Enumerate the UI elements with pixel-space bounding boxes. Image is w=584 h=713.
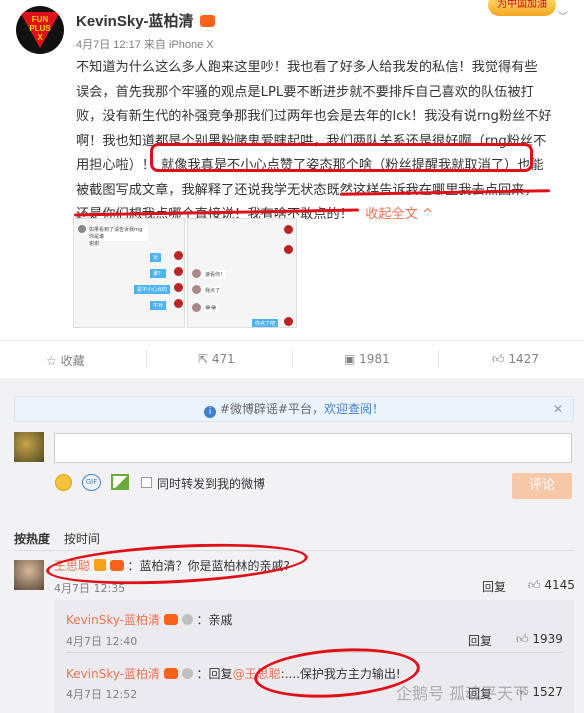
medal-icon [181, 668, 193, 679]
repost-checkbox[interactable] [141, 477, 152, 488]
author-name[interactable]: KevinSky-蓝柏清 [76, 10, 215, 31]
vip-badge-icon [163, 668, 178, 679]
comment-button[interactable]: ▣ 1981 [344, 352, 390, 366]
gif-icon[interactable]: GIF [82, 474, 101, 491]
image-icon[interactable] [111, 474, 129, 490]
chat-screenshot-left[interactable]: 如果看到了请告诉我rng你是谁 谢谢 对 谁？ 是不小心点的 不对 [73, 218, 185, 328]
separator [146, 350, 147, 368]
repost-icon: ⇱ [198, 352, 209, 366]
post-line: 败，没有新生代的补强竞争那我们过两年也会是去年的lck！我没有说rng粉丝不好 [76, 109, 552, 124]
close-icon[interactable]: ✕ [553, 397, 563, 421]
post-body: 不知道为什么这么多人跑来这里吵！我也看了好多人给我发的私信！我觉得有些 误会，首… [76, 56, 576, 228]
repost-button[interactable]: ⇱ 471 [198, 352, 235, 366]
like-button[interactable]: 👍︎ 1427 [492, 352, 539, 367]
star-icon: ☆ [46, 354, 57, 368]
reply-user[interactable]: KevinSky-蓝柏清 [66, 613, 160, 627]
chat-screenshot-right[interactable]: 速看你！ 我点了 😂😂 你点了吧 [187, 218, 297, 328]
notice-banner: i #微博辟谣#平台，欢迎查阅！ ✕ [14, 396, 574, 422]
author-avatar[interactable]: FUN PLUS X [16, 6, 64, 54]
post-line: 不知道为什么这么多人跑来这里吵！我也看了好多人给我发的私信！我觉得有些 [76, 60, 538, 75]
reply-time: 4月7日 12:52 [66, 688, 138, 701]
medal-icon [181, 614, 193, 625]
action-bar: ☆ 收藏 ⇱ 471 ▣ 1981 👍︎ 1427 [0, 340, 584, 378]
reply-like-button[interactable]: 👍︎ 1939 [516, 632, 563, 647]
reply-time: 4月7日 12:40 [66, 635, 138, 648]
thumbs-up-icon: 👍︎ [492, 352, 505, 366]
top-right-badge: 为中国加油 [488, 0, 556, 16]
vip-badge-icon [163, 614, 178, 625]
favorite-button[interactable]: ☆ 收藏 [46, 352, 85, 369]
comment-input[interactable] [54, 433, 572, 463]
vip-badge-icon [199, 15, 215, 27]
thumbs-up-icon: 👍︎ [516, 632, 529, 646]
post-source: 来自 iPhone X [143, 39, 214, 51]
watermark: 企鹅号 孤魂平天下 [396, 684, 530, 703]
sort-tabs: 按热度 按时间 [14, 530, 100, 547]
tab-hot[interactable]: 按热度 [14, 532, 50, 546]
tab-time[interactable]: 按时间 [64, 532, 100, 546]
thumbs-up-icon: 👍︎ [528, 578, 541, 592]
comment-icon: ▣ [344, 352, 356, 366]
dropdown-arrow-icon[interactable]: ﹀ [558, 8, 568, 23]
avatar-logo-text: FUN PLUS X [29, 15, 51, 42]
post-line: 误会，首先我那个牢骚的观点是LPL要不断进步就不要排斥自己喜欢的队伍被打 [76, 84, 534, 100]
reply-button[interactable]: 回复 [482, 578, 506, 595]
repost-checkbox-label: 同时转发到我的微博 [157, 477, 266, 491]
separator [292, 350, 293, 368]
annotation-box [150, 143, 533, 172]
emoji-icon[interactable] [55, 474, 72, 491]
comment-like-button[interactable]: 👍︎ 4145 [528, 578, 575, 593]
post-time[interactable]: 4月7日 12:17 [76, 39, 141, 51]
reply-item: KevinSky-蓝柏清 ：亲戚 [66, 613, 233, 627]
reply-button[interactable]: 回复 [468, 632, 492, 649]
collapse-link[interactable]: 收起全文 ^ [365, 207, 433, 222]
my-avatar[interactable] [14, 432, 44, 462]
notice-link[interactable]: 欢迎查阅！ [324, 402, 384, 416]
info-icon: i [204, 406, 217, 418]
separator [438, 350, 439, 368]
commenter-avatar[interactable] [14, 560, 44, 590]
reply-user[interactable]: KevinSky-蓝柏清 [66, 667, 160, 681]
submit-comment-button[interactable]: 评论 [512, 473, 572, 499]
post-meta: 4月7日 12:17 来自 iPhone X [76, 36, 214, 52]
